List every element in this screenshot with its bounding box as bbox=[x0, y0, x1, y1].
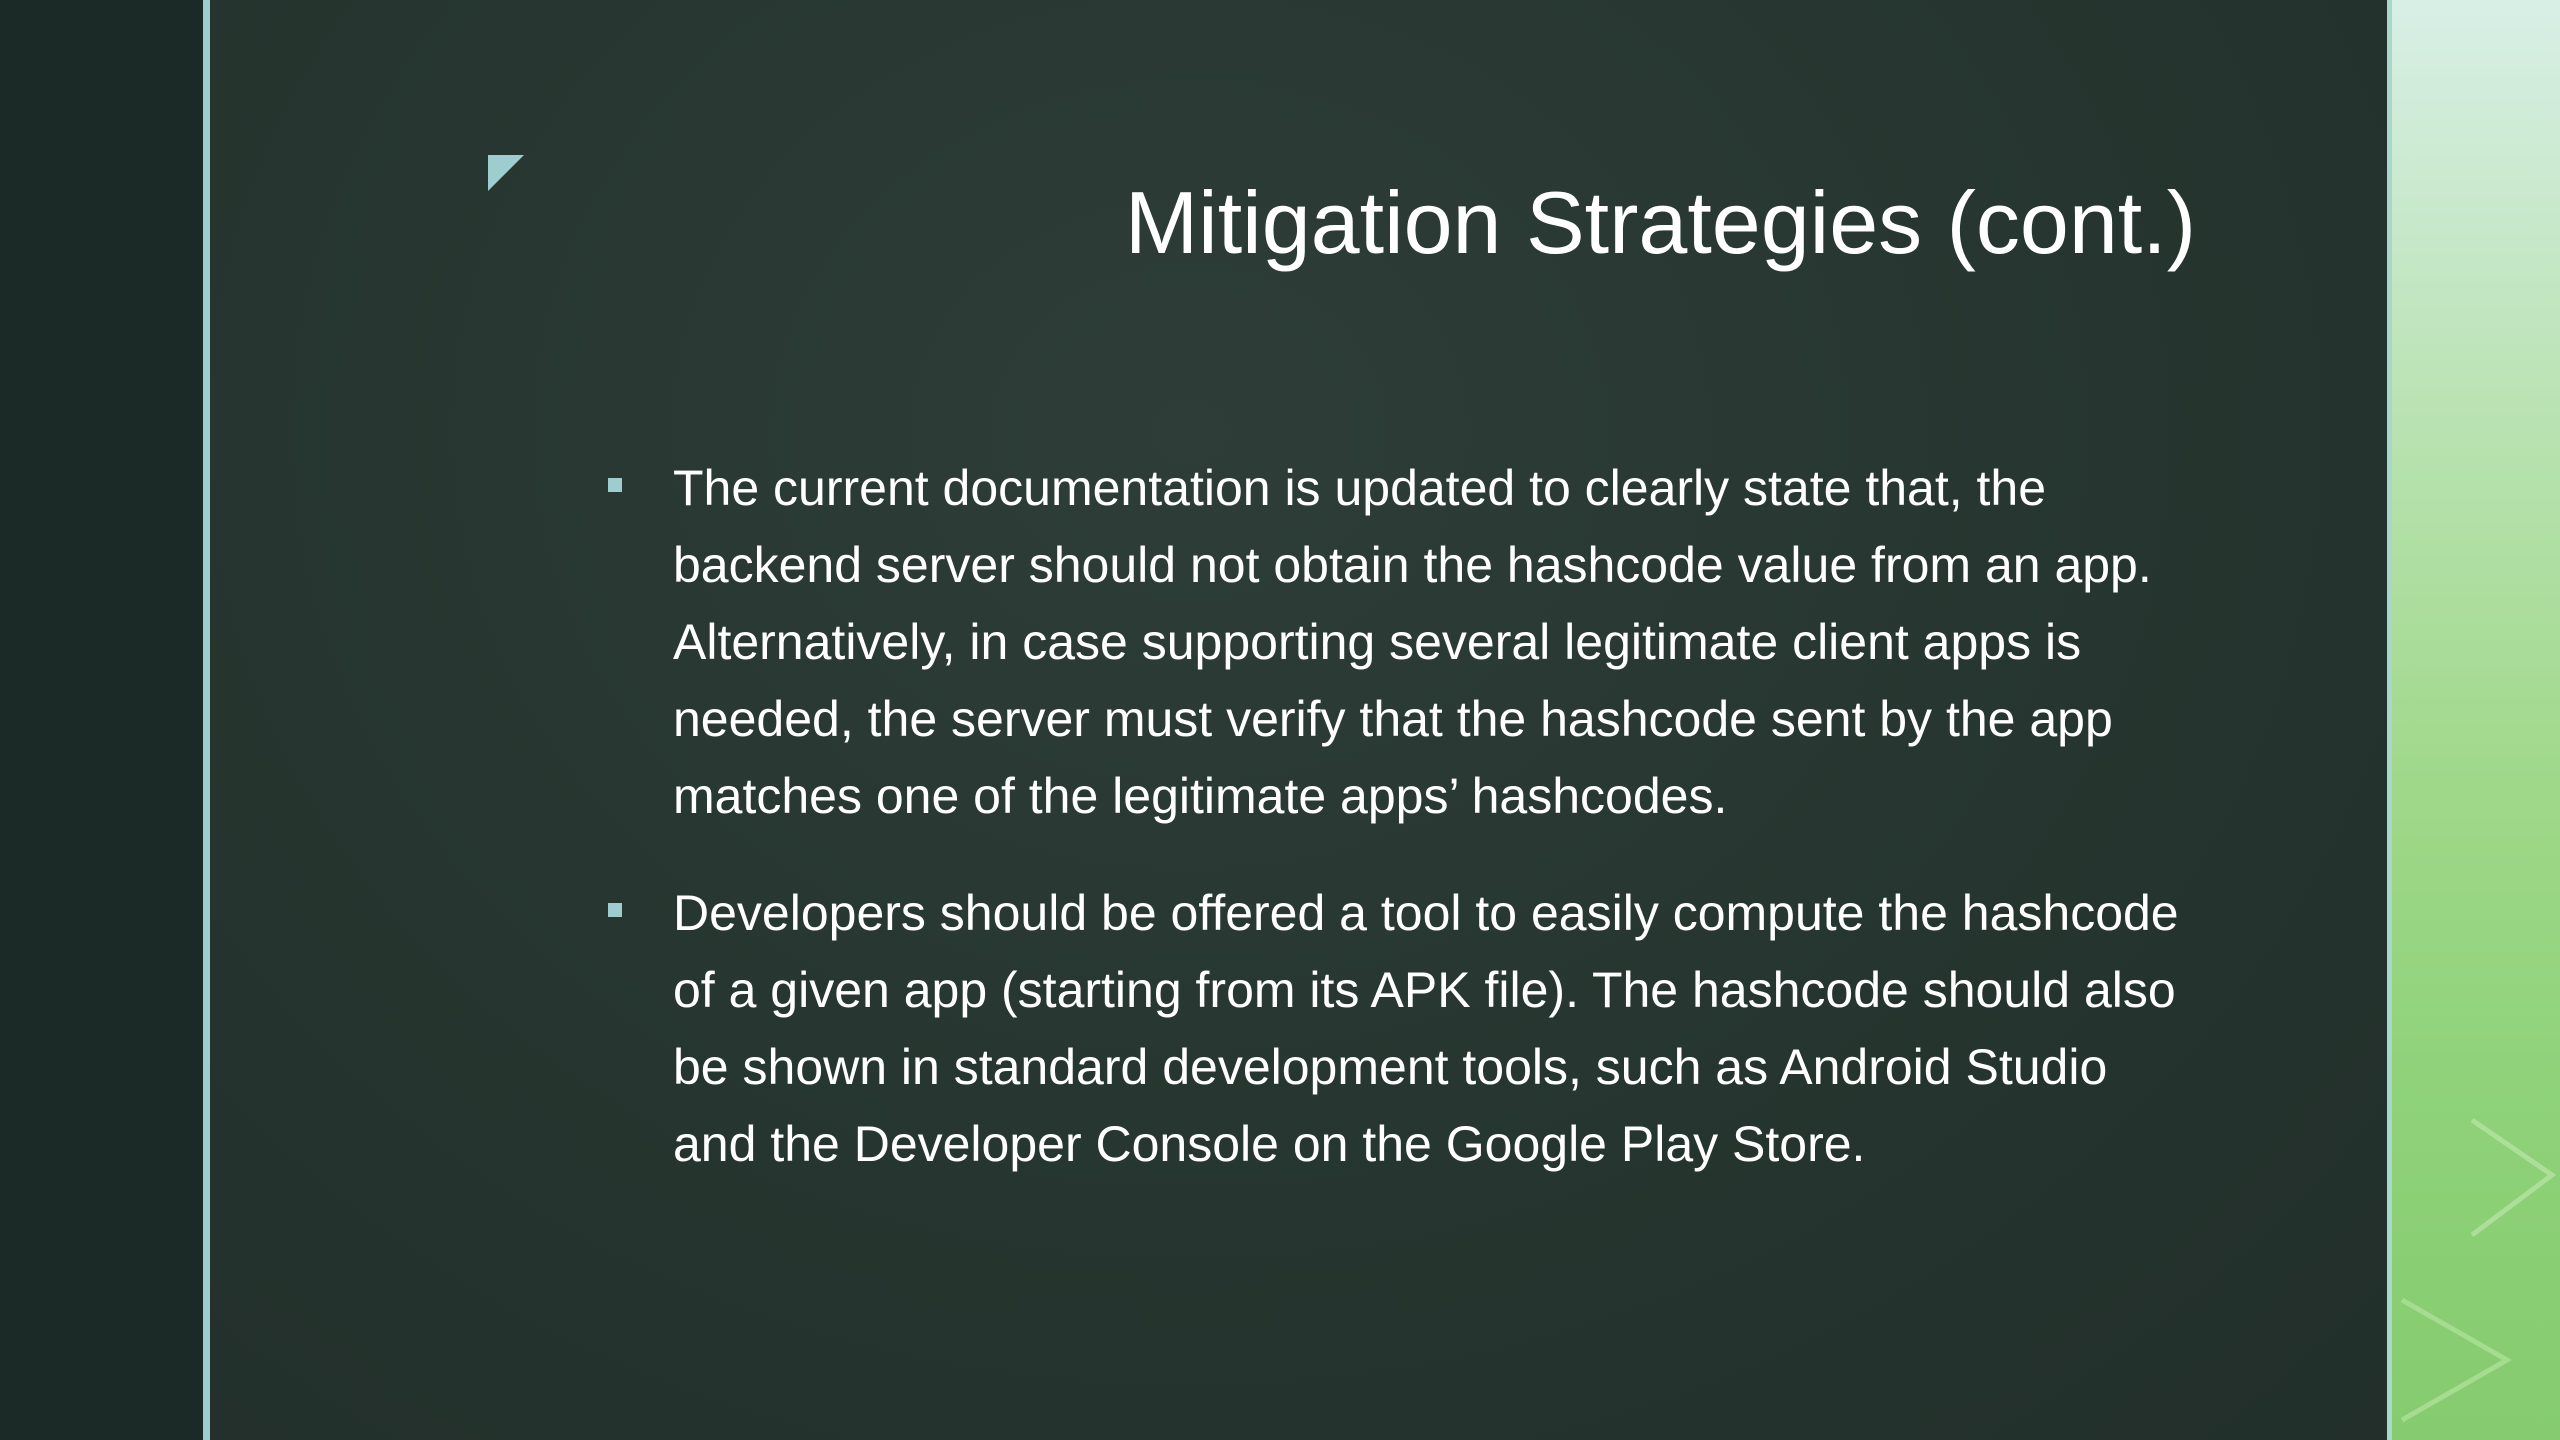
square-bullet-icon bbox=[608, 903, 622, 917]
slide-title: Mitigation Strategies (cont.) bbox=[1124, 173, 2196, 272]
chevron-decor-icon bbox=[2400, 1117, 2557, 1423]
left-band bbox=[0, 0, 203, 1440]
list-item: Developers should be offered a tool to e… bbox=[600, 875, 2200, 1183]
bullet-text: The current documentation is updated to … bbox=[673, 460, 2152, 824]
left-accent-rule bbox=[203, 0, 210, 1440]
list-item: The current documentation is updated to … bbox=[600, 450, 2200, 835]
right-decor-panel bbox=[2392, 0, 2560, 1440]
square-bullet-icon bbox=[608, 478, 622, 492]
bullet-list: The current documentation is updated to … bbox=[600, 450, 2200, 1223]
triangle-corner-icon bbox=[488, 155, 524, 191]
bullet-text: Developers should be offered a tool to e… bbox=[673, 885, 2179, 1172]
